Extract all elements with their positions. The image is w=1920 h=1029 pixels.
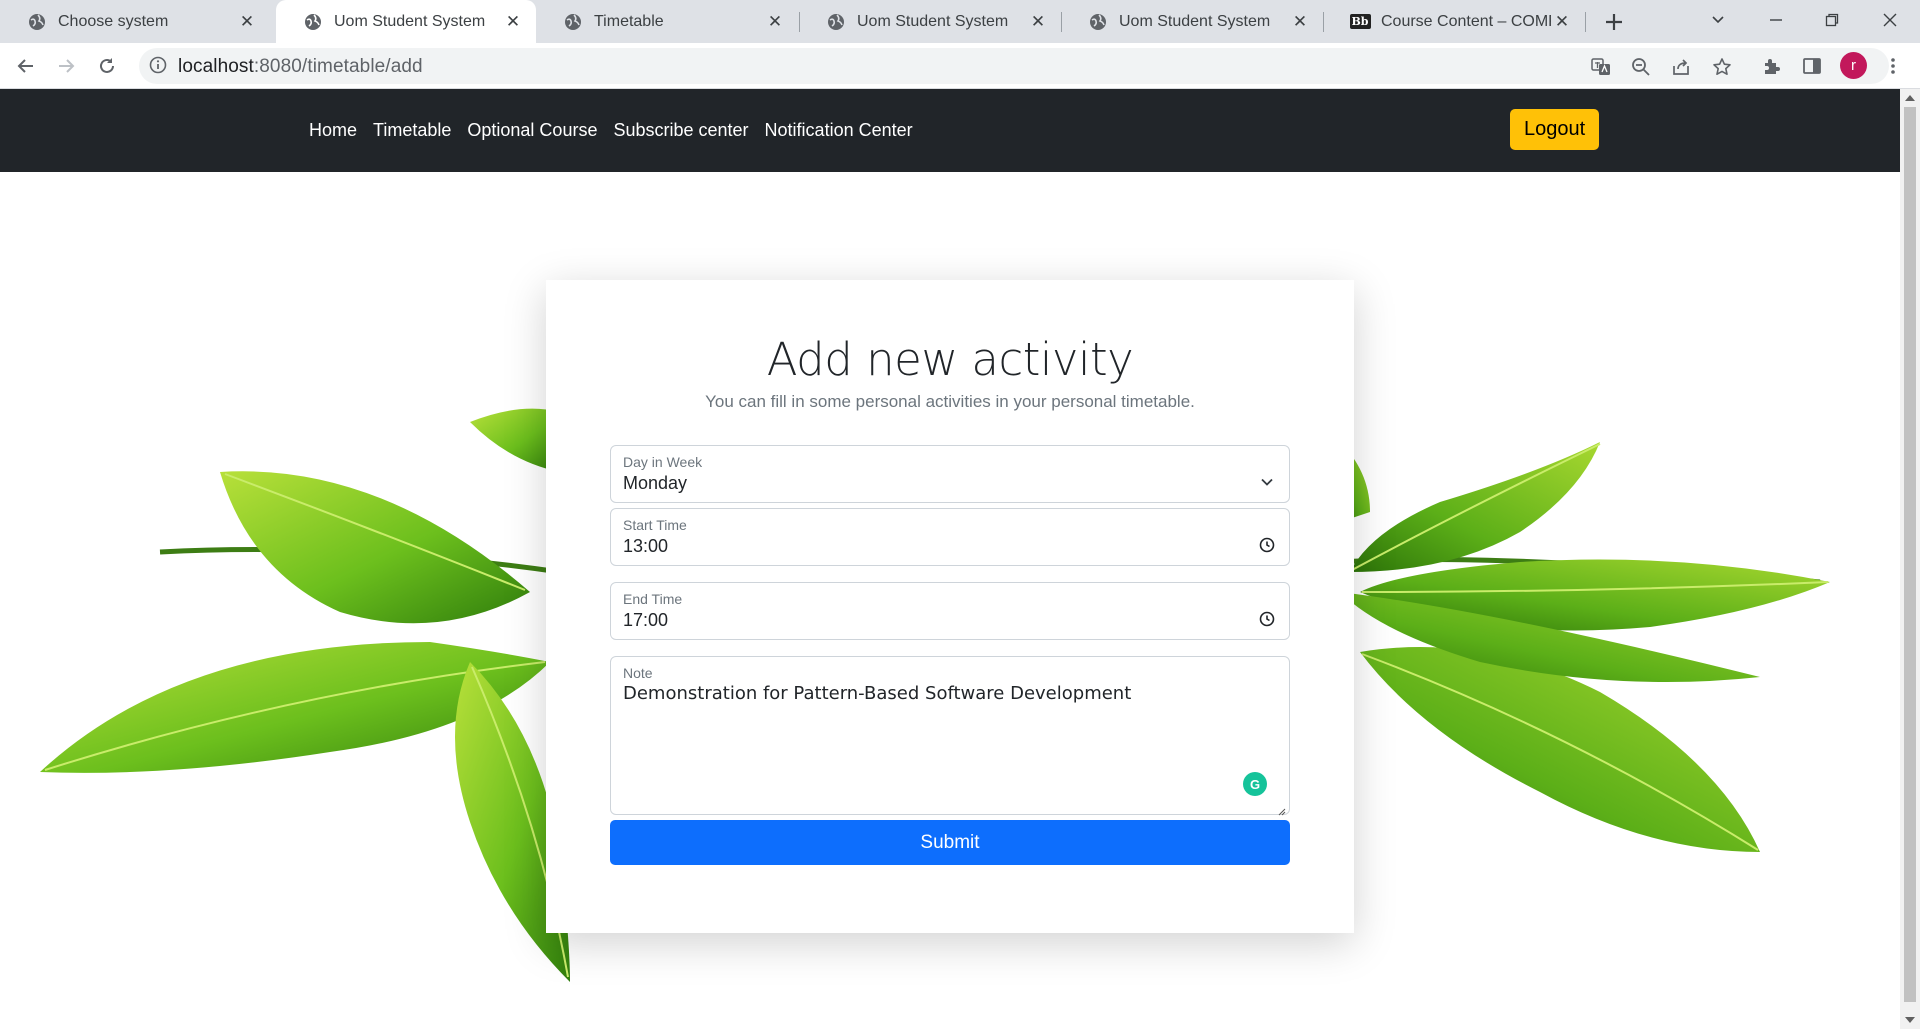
tab-title: Timetable bbox=[594, 12, 664, 30]
globe-icon bbox=[304, 13, 322, 31]
site-navbar: Home Timetable Optional Course Subscribe… bbox=[0, 89, 1900, 172]
page-subtitle: You can fill in some personal activities… bbox=[705, 392, 1195, 411]
globe-icon bbox=[28, 13, 46, 31]
browser-tab[interactable]: Uom Student System ✕ bbox=[799, 0, 1061, 43]
page-scrollbar[interactable] bbox=[1900, 89, 1920, 1029]
start-time-value: 13:00 bbox=[623, 536, 669, 556]
plus-icon bbox=[1606, 14, 1622, 30]
new-tab-button[interactable] bbox=[1598, 6, 1630, 38]
clock-icon[interactable] bbox=[1259, 611, 1275, 627]
minimize-button[interactable] bbox=[1748, 0, 1804, 40]
grammarly-icon[interactable]: G bbox=[1243, 772, 1267, 796]
extensions-icon[interactable] bbox=[1761, 55, 1783, 77]
close-icon[interactable]: ✕ bbox=[1289, 11, 1311, 33]
end-time-label: End Time bbox=[623, 591, 683, 607]
start-time-label: Start Time bbox=[623, 517, 687, 533]
minimize-icon bbox=[1770, 19, 1782, 21]
end-time-value: 17:00 bbox=[623, 610, 669, 630]
page-viewport: Home Timetable Optional Course Subscribe… bbox=[0, 89, 1900, 1029]
arrow-right-icon bbox=[59, 59, 75, 73]
tab-title: Uom Student System bbox=[857, 12, 1009, 30]
browser-toolbar: localhost:8080/timetable/add r bbox=[0, 43, 1920, 89]
chevron-down-icon bbox=[1712, 16, 1724, 24]
day-in-week-value: Monday bbox=[623, 473, 688, 493]
browser-tab[interactable]: Uom Student System ✕ bbox=[1061, 0, 1323, 43]
globe-icon bbox=[564, 13, 582, 31]
close-window-button[interactable] bbox=[1862, 0, 1918, 40]
tab-strip: Choose system ✕ Uom Student System ✕ Tim… bbox=[0, 0, 1920, 43]
close-icon[interactable]: ✕ bbox=[1551, 11, 1573, 33]
day-in-week-select[interactable]: Day in Week Monday bbox=[610, 445, 1290, 503]
restore-button[interactable] bbox=[1804, 0, 1860, 40]
page-title: Add new activity bbox=[766, 333, 1134, 386]
menu-kebab-icon[interactable] bbox=[1882, 55, 1904, 77]
nav-link-timetable[interactable]: Timetable bbox=[373, 120, 451, 141]
clock-icon[interactable] bbox=[1259, 537, 1275, 553]
url-text[interactable]: localhost:8080/timetable/add bbox=[178, 56, 423, 78]
tab-separator bbox=[1585, 12, 1586, 32]
profile-avatar[interactable]: r bbox=[1840, 52, 1867, 79]
day-in-week-label: Day in Week bbox=[623, 454, 703, 470]
add-activity-card: Add new activity You can fill in some pe… bbox=[546, 280, 1354, 933]
close-icon[interactable]: ✕ bbox=[764, 11, 786, 33]
reload-button[interactable] bbox=[91, 50, 123, 82]
nav-links: Home Timetable Optional Course Subscribe… bbox=[309, 89, 929, 172]
side-panel-icon[interactable] bbox=[1801, 55, 1823, 77]
submit-button[interactable]: Submit bbox=[610, 820, 1290, 865]
end-time-input[interactable]: End Time 17:00 bbox=[610, 582, 1290, 640]
leaf-cluster-right bbox=[1339, 442, 1830, 852]
nav-link-notification-center[interactable]: Notification Center bbox=[765, 120, 913, 141]
forward-button[interactable] bbox=[50, 50, 82, 82]
scroll-down-icon[interactable] bbox=[1905, 1017, 1915, 1023]
note-label: Note bbox=[623, 665, 653, 681]
nav-link-home[interactable]: Home bbox=[309, 120, 357, 141]
back-button[interactable] bbox=[10, 50, 42, 82]
translate-icon[interactable] bbox=[1590, 56, 1612, 78]
nav-link-optional-course[interactable]: Optional Course bbox=[467, 120, 597, 141]
chevron-down-icon bbox=[1259, 474, 1275, 490]
browser-tab[interactable]: Timetable ✕ bbox=[536, 0, 798, 43]
browser-tab[interactable]: Choose system ✕ bbox=[0, 0, 270, 43]
close-icon[interactable]: ✕ bbox=[1027, 11, 1049, 33]
close-icon[interactable]: ✕ bbox=[236, 11, 258, 33]
resize-handle-icon[interactable] bbox=[1278, 803, 1286, 816]
start-time-input[interactable]: Start Time 13:00 bbox=[610, 508, 1290, 566]
globe-icon bbox=[1089, 13, 1107, 31]
blackboard-icon: Bb bbox=[1349, 14, 1371, 29]
browser-tab[interactable]: Bb Course Content – COMP ✕ bbox=[1323, 0, 1585, 43]
arrow-left-icon bbox=[17, 59, 33, 73]
note-textarea[interactable]: Demonstration for Pattern-Based Software… bbox=[623, 683, 1273, 763]
close-icon[interactable]: ✕ bbox=[502, 11, 524, 33]
info-icon[interactable] bbox=[149, 56, 169, 76]
tab-title: Choose system bbox=[58, 12, 169, 30]
scroll-up-icon[interactable] bbox=[1905, 95, 1915, 101]
restore-icon bbox=[1825, 13, 1839, 27]
tab-title: Course Content – COMP bbox=[1381, 12, 1551, 30]
tab-search-button[interactable] bbox=[1690, 0, 1746, 40]
share-icon[interactable] bbox=[1670, 56, 1692, 78]
zoom-icon[interactable] bbox=[1630, 56, 1652, 78]
scrollbar-thumb[interactable] bbox=[1904, 107, 1916, 1002]
tab-title: Uom Student System bbox=[334, 12, 486, 30]
globe-icon bbox=[827, 13, 845, 31]
reload-icon bbox=[100, 58, 114, 73]
browser-tab-active[interactable]: Uom Student System ✕ bbox=[276, 0, 536, 43]
note-field[interactable]: Note Demonstration for Pattern-Based Sof… bbox=[610, 656, 1290, 816]
logout-button[interactable]: Logout bbox=[1510, 109, 1600, 150]
bookmark-star-icon[interactable] bbox=[1711, 56, 1733, 78]
nav-link-subscribe-center[interactable]: Subscribe center bbox=[613, 120, 748, 141]
tab-title: Uom Student System bbox=[1119, 12, 1271, 30]
close-icon bbox=[1883, 13, 1897, 27]
address-bar[interactable]: localhost:8080/timetable/add bbox=[139, 48, 1889, 84]
